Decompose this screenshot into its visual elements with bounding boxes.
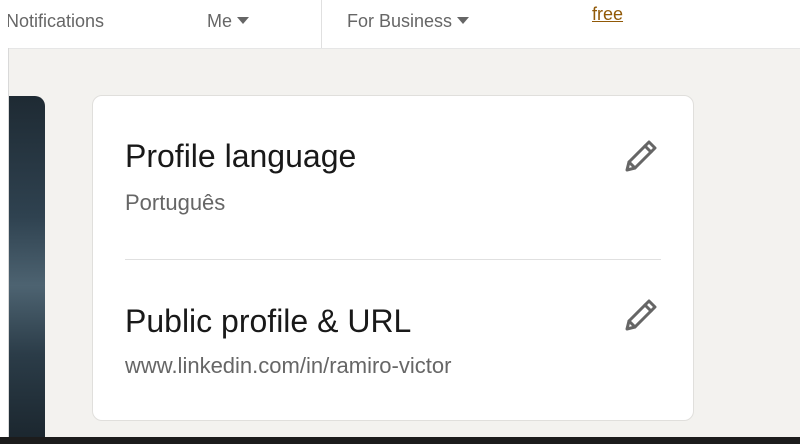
public-profile-title: Public profile & URL <box>125 303 412 339</box>
profile-language-value: Português <box>125 190 226 215</box>
public-profile-url: www.linkedin.com/in/ramiro-victor <box>125 353 452 378</box>
caret-down-icon <box>237 17 250 24</box>
nav-me-label: Me <box>207 11 233 31</box>
profile-language-title: Profile language <box>125 138 357 174</box>
section-divider <box>125 259 661 260</box>
settings-card: Profile language Português Public profil… <box>92 95 694 421</box>
pencil-icon[interactable] <box>619 136 661 178</box>
left-edge <box>0 0 8 444</box>
nav-for-business-label: For Business <box>347 11 453 31</box>
page-frame: Notifications Me For Business free Profi… <box>0 0 800 444</box>
bottom-edge-shadow <box>0 437 800 444</box>
profile-background-image <box>9 96 45 441</box>
profile-language-section[interactable]: Profile language Português <box>125 136 661 216</box>
pencil-icon[interactable] <box>619 295 661 337</box>
nav-notifications[interactable]: Notifications <box>6 11 104 32</box>
nav-divider <box>321 0 322 48</box>
nav-for-business-menu[interactable]: For Business <box>347 11 470 32</box>
nav-me-menu[interactable]: Me <box>207 11 250 32</box>
top-navigation-bar: Notifications Me For Business free <box>0 0 800 49</box>
public-profile-section[interactable]: Public profile & URL www.linkedin.com/in… <box>125 299 661 379</box>
caret-down-icon <box>457 17 470 24</box>
nav-try-premium-link[interactable]: free <box>592 4 623 25</box>
